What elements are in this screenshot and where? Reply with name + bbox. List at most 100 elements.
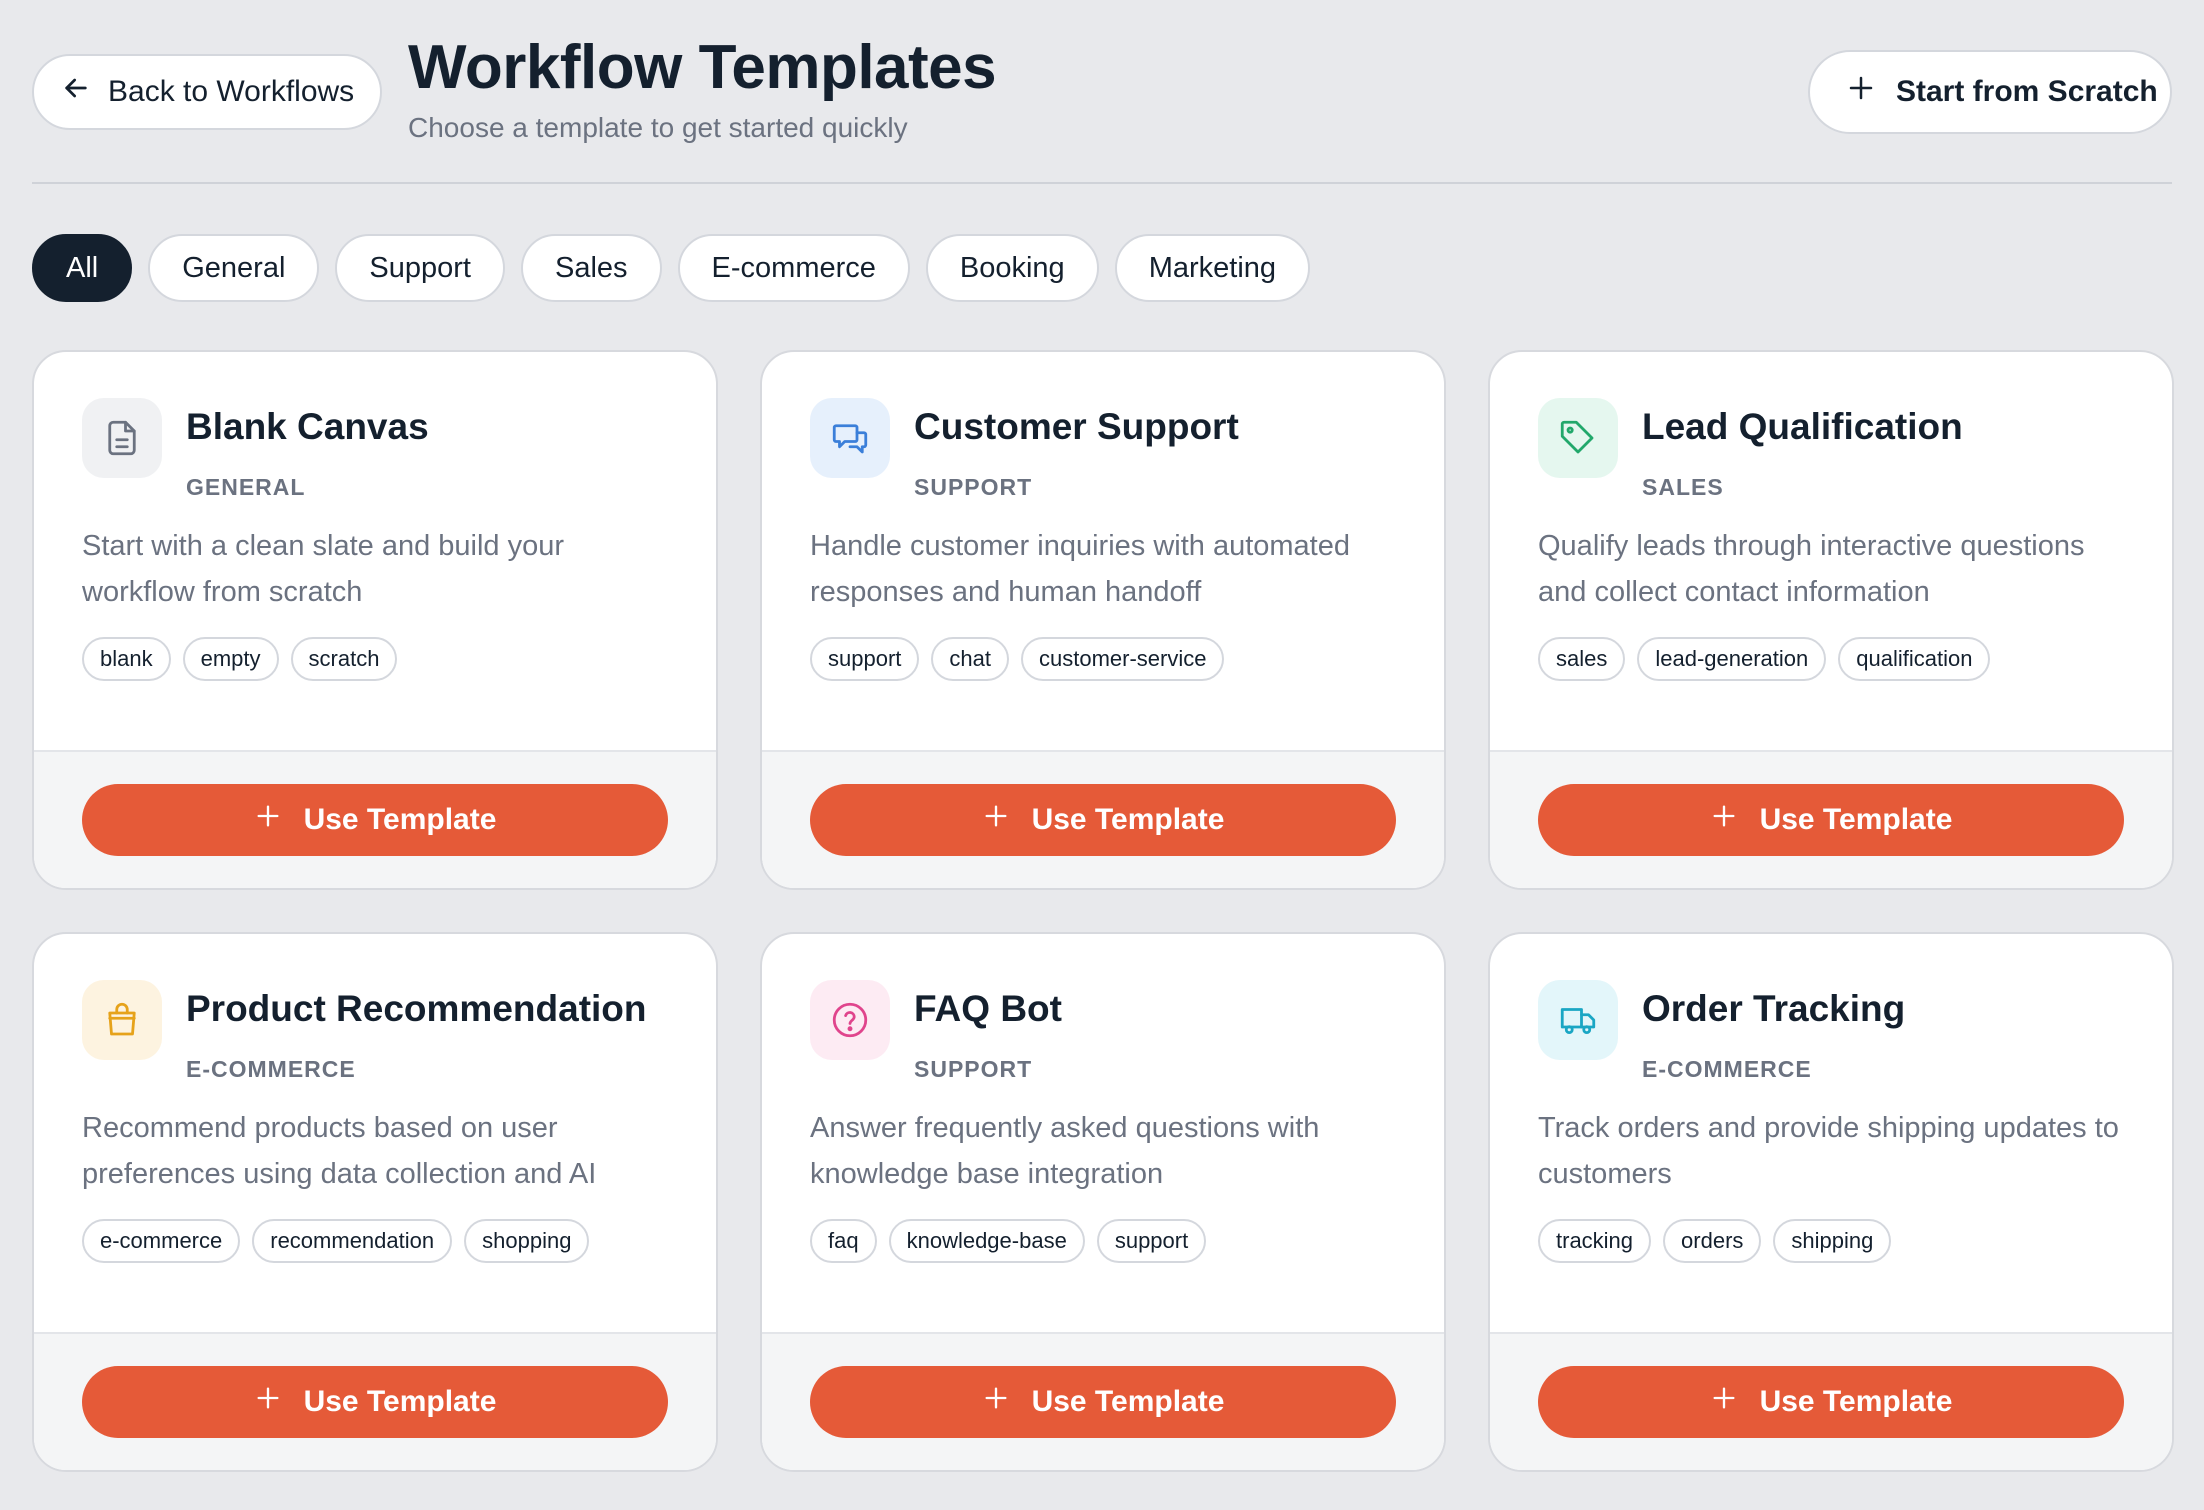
back-label: Back to Workflows <box>108 75 355 108</box>
plus-icon <box>254 802 282 838</box>
use-template-button[interactable]: Use Template <box>810 784 1396 856</box>
card-head: FAQ Bot SUPPORT <box>810 980 1396 1083</box>
card-description: Handle customer inquiries with automated… <box>810 530 1350 608</box>
use-template-button[interactable]: Use Template <box>82 1366 668 1438</box>
card-tags: tracking orders shipping <box>1538 1219 2124 1263</box>
card-heading: FAQ Bot SUPPORT <box>914 980 1062 1083</box>
shopping-bag-icon <box>82 980 162 1060</box>
card-footer: Use Template <box>1490 1334 2172 1470</box>
filter-chip-support[interactable]: Support <box>335 234 505 302</box>
card-description: Recommend products based on user prefere… <box>82 1112 597 1190</box>
use-template-button[interactable]: Use Template <box>82 784 668 856</box>
card-title: Blank Canvas <box>186 406 429 447</box>
card-title: Order Tracking <box>1642 988 1906 1029</box>
card-description: Track orders and provide shipping update… <box>1538 1112 2119 1190</box>
card-tags: faq knowledge-base support <box>810 1219 1396 1263</box>
filter-chip-marketing[interactable]: Marketing <box>1114 234 1311 302</box>
tag: lead-generation <box>1637 637 1827 681</box>
category-filters: All General Support Sales E-commerce Boo… <box>32 234 2172 302</box>
card-head: Order Tracking E-COMMERCE <box>1538 980 2124 1083</box>
use-template-label: Use Template <box>303 1385 497 1418</box>
template-card: Product Recommendation E-COMMERCE Recomm… <box>32 932 718 1472</box>
use-template-button[interactable]: Use Template <box>1538 1366 2124 1438</box>
tag: customer-service <box>1020 637 1225 681</box>
use-template-label: Use Template <box>1759 803 1953 836</box>
use-template-label: Use Template <box>1759 1385 1953 1418</box>
tag: support <box>1096 1219 1207 1263</box>
card-body: Product Recommendation E-COMMERCE Recomm… <box>34 934 716 1334</box>
title-block: Workflow Templates Choose a template to … <box>408 30 997 144</box>
tag: support <box>810 637 920 681</box>
page-title: Workflow Templates <box>408 33 997 102</box>
filter-chip-general[interactable]: General <box>148 234 320 302</box>
tag: orders <box>1663 1219 1762 1263</box>
card-category: SUPPORT <box>914 474 1033 500</box>
card-description: Answer frequently asked questions with k… <box>810 1112 1320 1190</box>
filter-chip-all[interactable]: All <box>32 234 133 302</box>
tag: chat <box>931 637 1009 681</box>
truck-icon <box>1538 980 1618 1060</box>
card-tags: blank empty scratch <box>82 637 668 681</box>
page-subtitle: Choose a template to get started quickly <box>408 112 908 143</box>
card-category: SALES <box>1642 474 1724 500</box>
card-category: E-COMMERCE <box>186 1056 356 1082</box>
card-head: Blank Canvas GENERAL <box>82 398 668 501</box>
template-card: FAQ Bot SUPPORT Answer frequently asked … <box>760 932 1446 1472</box>
card-body: Order Tracking E-COMMERCE Track orders a… <box>1490 934 2172 1334</box>
templates-page: Back to Workflows Workflow Templates Cho… <box>0 0 2204 1510</box>
tag: tracking <box>1538 1219 1652 1263</box>
card-footer: Use Template <box>762 752 1444 888</box>
template-grid: Blank Canvas GENERAL Start with a clean … <box>32 350 2174 1472</box>
use-template-label: Use Template <box>1031 1385 1225 1418</box>
tag: shopping <box>464 1219 590 1263</box>
plus-icon <box>1710 802 1738 838</box>
card-head: Customer Support SUPPORT <box>810 398 1396 501</box>
use-template-button[interactable]: Use Template <box>810 1366 1396 1438</box>
card-title: Customer Support <box>914 406 1239 447</box>
tag: shipping <box>1773 1219 1892 1263</box>
use-template-button[interactable]: Use Template <box>1538 784 2124 856</box>
card-heading: Product Recommendation E-COMMERCE <box>186 980 647 1083</box>
card-tags: e-commerce recommendation shopping <box>82 1219 668 1263</box>
card-description: Start with a clean slate and build your … <box>82 530 564 608</box>
use-template-label: Use Template <box>303 803 497 836</box>
plus-icon <box>1710 1384 1738 1420</box>
tag: blank <box>82 637 171 681</box>
card-tags: support chat customer-service <box>810 637 1396 681</box>
start-from-scratch-button[interactable]: Start from Scratch <box>1808 50 2172 134</box>
tag: empty <box>182 637 279 681</box>
tag-icon <box>1538 398 1618 478</box>
arrow-left-icon <box>60 72 92 112</box>
card-head: Lead Qualification SALES <box>1538 398 2124 501</box>
use-template-label: Use Template <box>1031 803 1225 836</box>
card-body: Customer Support SUPPORT Handle customer… <box>762 352 1444 752</box>
back-to-workflows-button[interactable]: Back to Workflows <box>32 54 382 130</box>
card-footer: Use Template <box>762 1334 1444 1470</box>
page-header: Back to Workflows Workflow Templates Cho… <box>32 0 2172 184</box>
card-heading: Blank Canvas GENERAL <box>186 398 429 501</box>
template-card: Lead Qualification SALES Qualify leads t… <box>1488 350 2174 890</box>
template-card: Blank Canvas GENERAL Start with a clean … <box>32 350 718 890</box>
template-card: Order Tracking E-COMMERCE Track orders a… <box>1488 932 2174 1472</box>
card-tags: sales lead-generation qualification <box>1538 637 2124 681</box>
filter-chip-sales[interactable]: Sales <box>520 234 662 302</box>
tag: e-commerce <box>82 1219 241 1263</box>
card-heading: Order Tracking E-COMMERCE <box>1642 980 1905 1083</box>
tag: faq <box>810 1219 877 1263</box>
tag: knowledge-base <box>888 1219 1085 1263</box>
tag: qualification <box>1838 637 1991 681</box>
card-footer: Use Template <box>1490 752 2172 888</box>
plus-icon <box>982 1384 1010 1420</box>
card-heading: Customer Support SUPPORT <box>914 398 1239 501</box>
scratch-label: Start from Scratch <box>1896 75 2158 108</box>
card-body: Blank Canvas GENERAL Start with a clean … <box>34 352 716 752</box>
card-body: FAQ Bot SUPPORT Answer frequently asked … <box>762 934 1444 1334</box>
plus-icon <box>982 802 1010 838</box>
filter-chip-ecommerce[interactable]: E-commerce <box>677 234 910 302</box>
plus-icon <box>1846 73 1876 111</box>
card-category: E-COMMERCE <box>1642 1056 1812 1082</box>
card-title: Product Recommendation <box>186 988 647 1029</box>
card-heading: Lead Qualification SALES <box>1642 398 1963 501</box>
filter-chip-booking[interactable]: Booking <box>925 234 1099 302</box>
card-footer: Use Template <box>34 752 716 888</box>
